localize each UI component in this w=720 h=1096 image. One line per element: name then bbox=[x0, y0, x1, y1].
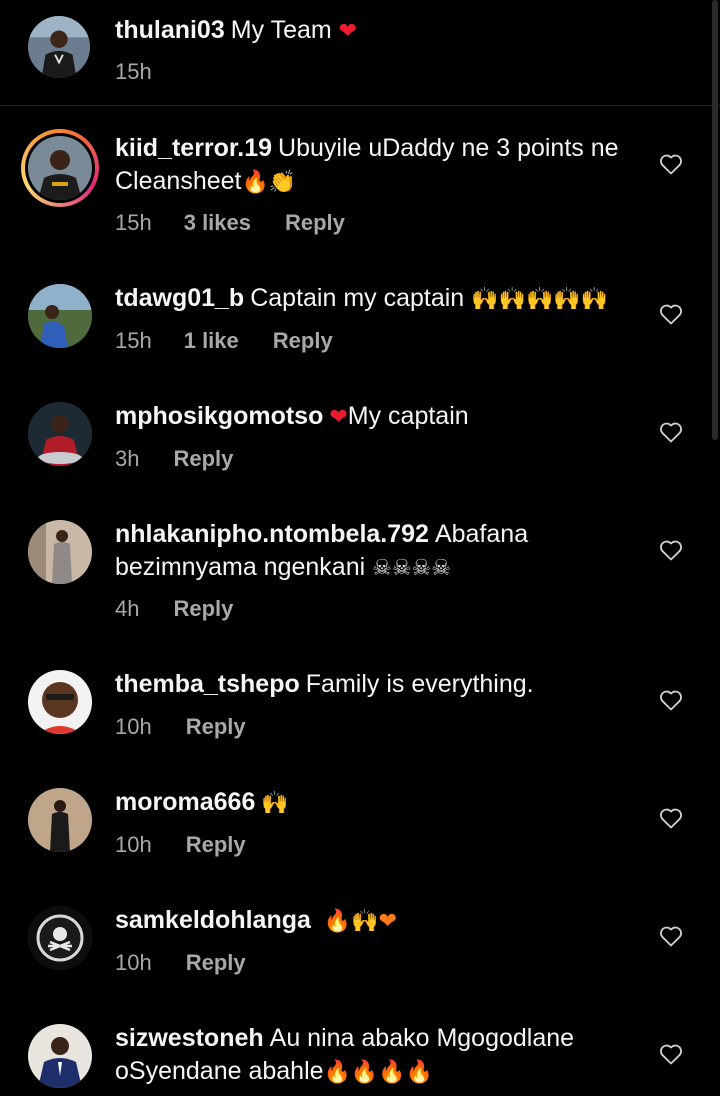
scrollbar[interactable] bbox=[712, 0, 718, 440]
comment-username[interactable]: tdawg01_b bbox=[115, 284, 244, 312]
comment-username[interactable]: mphosikgomotso bbox=[115, 402, 323, 430]
avatar[interactable] bbox=[28, 670, 92, 734]
avatar[interactable] bbox=[28, 16, 90, 78]
reply-button[interactable]: Reply bbox=[173, 596, 233, 622]
comment-meta: 15h 1 like Reply bbox=[115, 328, 333, 354]
caption-username[interactable]: thulani03 bbox=[115, 16, 225, 44]
avatar[interactable] bbox=[28, 520, 92, 584]
reply-button[interactable]: Reply bbox=[173, 446, 233, 472]
comment-username[interactable]: nhlakanipho.ntombela.792 bbox=[115, 520, 429, 548]
avatar-thulani03-image bbox=[28, 16, 90, 78]
comment-meta: 10h Reply bbox=[115, 950, 246, 976]
comment-text: nhlakanipho.ntombela.792 Abafana bezimnya… bbox=[115, 518, 635, 585]
heart-outline-icon[interactable] bbox=[659, 539, 683, 561]
comment-text: samkeldohlanga 🔥🙌❤ bbox=[115, 904, 635, 938]
comment-text: moroma666 🙌 bbox=[115, 786, 635, 820]
avatar-story-ring[interactable] bbox=[21, 129, 99, 207]
avatar[interactable] bbox=[28, 906, 92, 970]
caption-text: thulani03 My Team ❤ bbox=[115, 14, 635, 48]
avatar-kiid-terror-image bbox=[28, 136, 92, 200]
comment-meta: 3h Reply bbox=[115, 446, 233, 472]
comment-username[interactable]: kiid_terror.19 bbox=[115, 134, 272, 162]
heart-outline-icon[interactable] bbox=[659, 689, 683, 711]
avatar[interactable] bbox=[28, 402, 92, 466]
comment-username[interactable]: sizwestoneh bbox=[115, 1024, 264, 1052]
fire-hands-heart-emoji: 🔥🙌❤ bbox=[323, 909, 398, 934]
avatar-nhlakanipho-image bbox=[28, 520, 92, 584]
comment-username[interactable]: themba_tshepo bbox=[115, 670, 300, 698]
heart-outline-icon[interactable] bbox=[659, 1043, 683, 1065]
caption-time: 15h bbox=[115, 59, 152, 84]
comment-time: 3h bbox=[115, 446, 140, 471]
avatar[interactable] bbox=[28, 1024, 92, 1088]
avatar-sizwestoneh-image bbox=[28, 1024, 92, 1088]
comment-meta: 15h 3 likes Reply bbox=[115, 210, 345, 236]
fire-emoji: 🔥🔥🔥🔥 bbox=[323, 1060, 434, 1085]
comment-body: Family is everything. bbox=[305, 670, 534, 698]
comment-time: 10h bbox=[115, 950, 152, 975]
comment-likes[interactable]: 1 like bbox=[184, 328, 239, 354]
comment-time: 10h bbox=[115, 714, 152, 739]
heart-outline-icon[interactable] bbox=[659, 303, 683, 325]
comment-time: 15h bbox=[115, 210, 152, 235]
comments-screen: thulani03 My Team ❤ 15h kiid_terror.19 Ubu… bbox=[0, 0, 720, 1096]
caption-body: My Team bbox=[230, 16, 332, 44]
avatar-themba-tshepo-image bbox=[28, 670, 92, 734]
comment-text: kiid_terror.19 Ubuyile uDaddy ne 3 points… bbox=[115, 132, 635, 199]
comment-meta: 10h Reply bbox=[115, 832, 246, 858]
avatar-moroma666-image bbox=[28, 788, 92, 852]
avatar[interactable] bbox=[28, 284, 92, 348]
reply-button[interactable]: Reply bbox=[285, 210, 345, 236]
comment-time: 4h bbox=[115, 596, 140, 621]
comment-text: themba_tshepo Family is everything. bbox=[115, 668, 635, 701]
heart-emoji: ❤ bbox=[329, 405, 348, 430]
comment-text: tdawg01_b Captain my captain 🙌🙌🙌🙌🙌 bbox=[115, 282, 635, 316]
heart-outline-icon[interactable] bbox=[659, 153, 683, 175]
fire-clap-emoji: 🔥👏 bbox=[241, 170, 297, 195]
comment-time: 10h bbox=[115, 832, 152, 857]
comment-username[interactable]: moroma666 bbox=[115, 788, 255, 816]
skull-crossbones-emoji: ☠☠☠☠ bbox=[372, 556, 451, 581]
comment-meta: 10h Reply bbox=[115, 714, 246, 740]
raising-hands-emoji: 🙌🙌🙌🙌🙌 bbox=[471, 287, 609, 312]
caption-meta: 15h bbox=[115, 59, 152, 85]
reply-button[interactable]: Reply bbox=[186, 714, 246, 740]
comment-text: sizwestoneh Au nina abako Mgogodlane oSye… bbox=[115, 1022, 635, 1089]
heart-outline-icon[interactable] bbox=[659, 807, 683, 829]
avatar[interactable] bbox=[28, 788, 92, 852]
heart-outline-icon[interactable] bbox=[659, 421, 683, 443]
reply-button[interactable]: Reply bbox=[186, 832, 246, 858]
avatar-samkeldohlanga-image bbox=[28, 906, 92, 970]
reply-button[interactable]: Reply bbox=[273, 328, 333, 354]
comment-body: Captain my captain bbox=[250, 284, 465, 312]
raising-hands-emoji: 🙌 bbox=[261, 791, 289, 816]
avatar-tdawg-image bbox=[28, 284, 92, 348]
heart-outline-icon[interactable] bbox=[659, 925, 683, 947]
heart-emoji: ❤ bbox=[338, 19, 358, 44]
post-caption: thulani03 My Team ❤ 15h bbox=[0, 0, 720, 106]
reply-button[interactable]: Reply bbox=[186, 950, 246, 976]
comment-time: 15h bbox=[115, 328, 152, 353]
comment-username[interactable]: samkeldohlanga bbox=[115, 906, 311, 934]
comment-text: mphosikgomotso ❤My captain bbox=[115, 400, 635, 434]
comment-meta: 4h Reply bbox=[115, 596, 233, 622]
comment-likes[interactable]: 3 likes bbox=[184, 210, 251, 236]
comment-body: My captain bbox=[347, 402, 469, 430]
avatar-mphosikgomotso-image bbox=[28, 402, 92, 466]
